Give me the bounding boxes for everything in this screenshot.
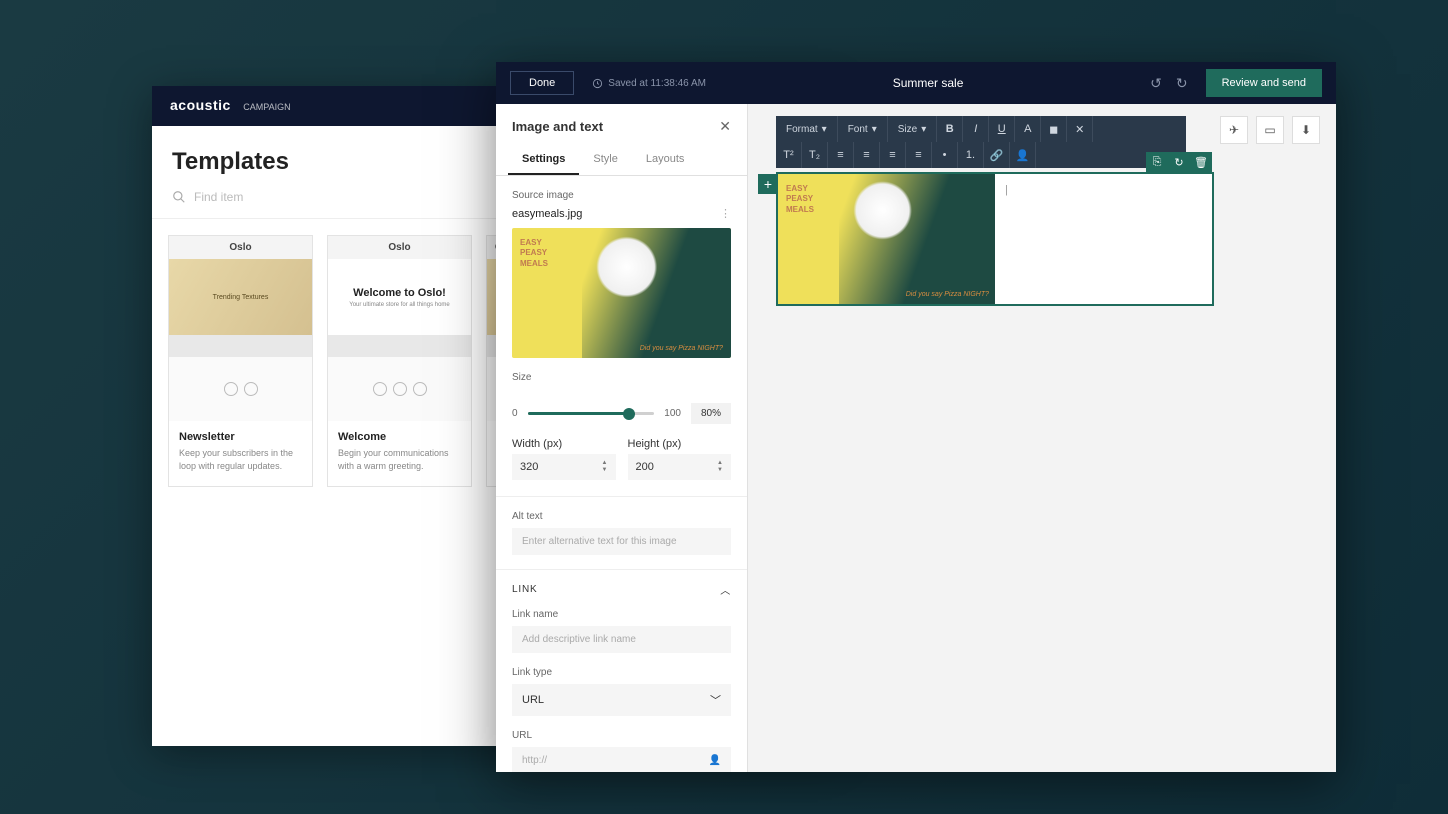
stepper-icon[interactable]: ▲▼ xyxy=(717,460,723,474)
link-icon[interactable]: 🔗 xyxy=(984,142,1010,168)
size-slider[interactable]: 0 100 80% xyxy=(496,403,747,438)
size-label: Size xyxy=(512,372,731,383)
send-icon[interactable]: ✈ xyxy=(1220,116,1248,144)
source-filename: easymeals.jpg xyxy=(512,208,582,220)
chevron-down-icon: ▾ xyxy=(872,124,877,135)
url-label: URL xyxy=(512,730,731,741)
stepper-icon[interactable]: ▲▼ xyxy=(602,460,608,474)
chevron-down-icon: ﹀ xyxy=(710,692,721,708)
image-caption: Did you say Pizza NIGHT? xyxy=(640,345,723,352)
link-name-label: Link name xyxy=(512,609,731,620)
refresh-icon[interactable]: ↻ xyxy=(1168,152,1190,172)
source-image-label: Source image xyxy=(512,190,731,201)
brand-subtitle: CAMPAIGN xyxy=(243,102,290,112)
panel-tabs: Settings Style Layouts xyxy=(496,145,747,176)
clock-icon xyxy=(592,78,603,89)
brand: acoustic xyxy=(170,97,231,113)
bold-icon[interactable]: B xyxy=(937,116,963,142)
panel-title: Image and text xyxy=(512,119,603,134)
card-brand: Oslo xyxy=(328,236,471,259)
width-label: Width (px) xyxy=(512,438,616,450)
device-icon[interactable]: ▭ xyxy=(1256,116,1284,144)
undo-icon[interactable]: ↺ xyxy=(1150,75,1162,92)
tab-layouts[interactable]: Layouts xyxy=(632,145,699,175)
url-input[interactable]: http:// 👤 xyxy=(512,747,731,772)
person-icon[interactable]: 👤 xyxy=(709,755,721,766)
subscript-icon[interactable]: T₂ xyxy=(802,142,828,168)
textcolor-icon[interactable]: A xyxy=(1015,116,1041,142)
chevron-up-icon: ︿ xyxy=(720,582,731,597)
done-button[interactable]: Done xyxy=(510,71,574,95)
italic-icon[interactable]: I xyxy=(963,116,989,142)
template-card-welcome[interactable]: Oslo Welcome to Oslo! Your ultimate stor… xyxy=(327,235,472,487)
alt-text-input[interactable]: Enter alternative text for this image xyxy=(512,528,731,555)
align-center-icon[interactable]: ≡ xyxy=(854,142,880,168)
list-bullet-icon[interactable]: • xyxy=(932,142,958,168)
saved-status: Saved at 11:38:46 AM xyxy=(592,78,706,89)
trash-icon[interactable]: 🗑 xyxy=(1190,152,1212,172)
superscript-icon[interactable]: T² xyxy=(776,142,802,168)
block-text-area[interactable]: | xyxy=(995,174,1212,304)
link-name-input[interactable]: Add descriptive link name xyxy=(512,626,731,653)
link-type-label: Link type xyxy=(512,667,731,678)
source-image-preview[interactable]: EASY PEASY MEALS Did you say Pizza NIGHT… xyxy=(512,228,731,358)
block-tools: ⎘ ↻ 🗑 xyxy=(1146,152,1212,172)
justify-icon[interactable]: ≡ xyxy=(906,142,932,168)
size-dropdown[interactable]: Size▾ xyxy=(888,116,937,142)
download-icon[interactable]: ⬇ xyxy=(1292,116,1320,144)
card-hero: Trending Textures xyxy=(169,259,312,335)
align-left-icon[interactable]: ≡ xyxy=(828,142,854,168)
list-number-icon[interactable]: 1. xyxy=(958,142,984,168)
card-title: Newsletter xyxy=(179,431,302,443)
link-type-select[interactable]: URL ﹀ xyxy=(512,684,731,716)
card-desc: Keep your subscribers in the loop with r… xyxy=(179,447,302,472)
align-right-icon[interactable]: ≡ xyxy=(880,142,906,168)
height-input[interactable]: 200 ▲▼ xyxy=(628,454,732,480)
drag-handle-icon[interactable]: + xyxy=(758,174,778,194)
canvas[interactable]: ✈ ▭ ⬇ Format▾ Font▾ Size▾ B I U A ◼ ✕ T² xyxy=(748,104,1336,772)
size-percent: 80% xyxy=(691,403,731,424)
font-dropdown[interactable]: Font▾ xyxy=(838,116,888,142)
link-section-head[interactable]: LINK ︿ xyxy=(496,569,747,605)
card-brand: Oslo xyxy=(169,236,312,259)
image-overlay-text: EASY PEASY MEALS xyxy=(520,238,548,269)
template-card-newsletter[interactable]: Oslo Trending Textures Newsletter Keep y… xyxy=(168,235,313,487)
slider-thumb[interactable] xyxy=(623,408,635,420)
tab-style[interactable]: Style xyxy=(579,145,631,175)
chevron-down-icon: ▾ xyxy=(822,124,827,135)
brand-area: acoustic CAMPAIGN xyxy=(170,97,291,115)
alt-text-label: Alt text xyxy=(512,511,731,522)
topbar-front: Done Saved at 11:38:46 AM Summer sale ↺ … xyxy=(496,62,1336,104)
block-image[interactable]: EASY PEASY MEALS Did you say Pizza NIGHT… xyxy=(778,174,995,304)
image-text-block[interactable]: + ⎘ ↻ 🗑 EASY PEASY MEALS Did you say Piz… xyxy=(776,172,1214,306)
search-icon xyxy=(172,190,186,204)
person-icon[interactable]: 👤 xyxy=(1010,142,1036,168)
doc-title: Summer sale xyxy=(724,76,1132,90)
card-hero: Welcome to Oslo! Your ultimate store for… xyxy=(328,259,471,335)
width-input[interactable]: 320 ▲▼ xyxy=(512,454,616,480)
more-icon[interactable]: ⋮ xyxy=(720,207,731,220)
card-title: Welcome xyxy=(338,431,461,443)
close-icon[interactable]: ✕ xyxy=(719,118,731,135)
copy-icon[interactable]: ⎘ xyxy=(1146,152,1168,172)
rich-text-toolbar: Format▾ Font▾ Size▾ B I U A ◼ ✕ T² T₂ ≡ … xyxy=(776,116,1186,168)
canvas-toolbar: ✈ ▭ ⬇ xyxy=(1220,116,1320,144)
format-dropdown[interactable]: Format▾ xyxy=(776,116,838,142)
clear-icon[interactable]: ✕ xyxy=(1067,116,1093,142)
underline-icon[interactable]: U xyxy=(989,116,1015,142)
height-label: Height (px) xyxy=(628,438,732,450)
tab-settings[interactable]: Settings xyxy=(508,145,579,175)
review-send-button[interactable]: Review and send xyxy=(1206,69,1322,97)
chevron-down-icon: ▾ xyxy=(921,124,926,135)
settings-panel: Image and text ✕ Settings Style Layouts … xyxy=(496,104,748,772)
card-desc: Begin your communications with a warm gr… xyxy=(338,447,461,472)
bgcolor-icon[interactable]: ◼ xyxy=(1041,116,1067,142)
redo-icon[interactable]: ↻ xyxy=(1176,75,1188,92)
history-controls: ↺ ↻ xyxy=(1150,75,1187,92)
editor-window: Done Saved at 11:38:46 AM Summer sale ↺ … xyxy=(496,62,1336,772)
